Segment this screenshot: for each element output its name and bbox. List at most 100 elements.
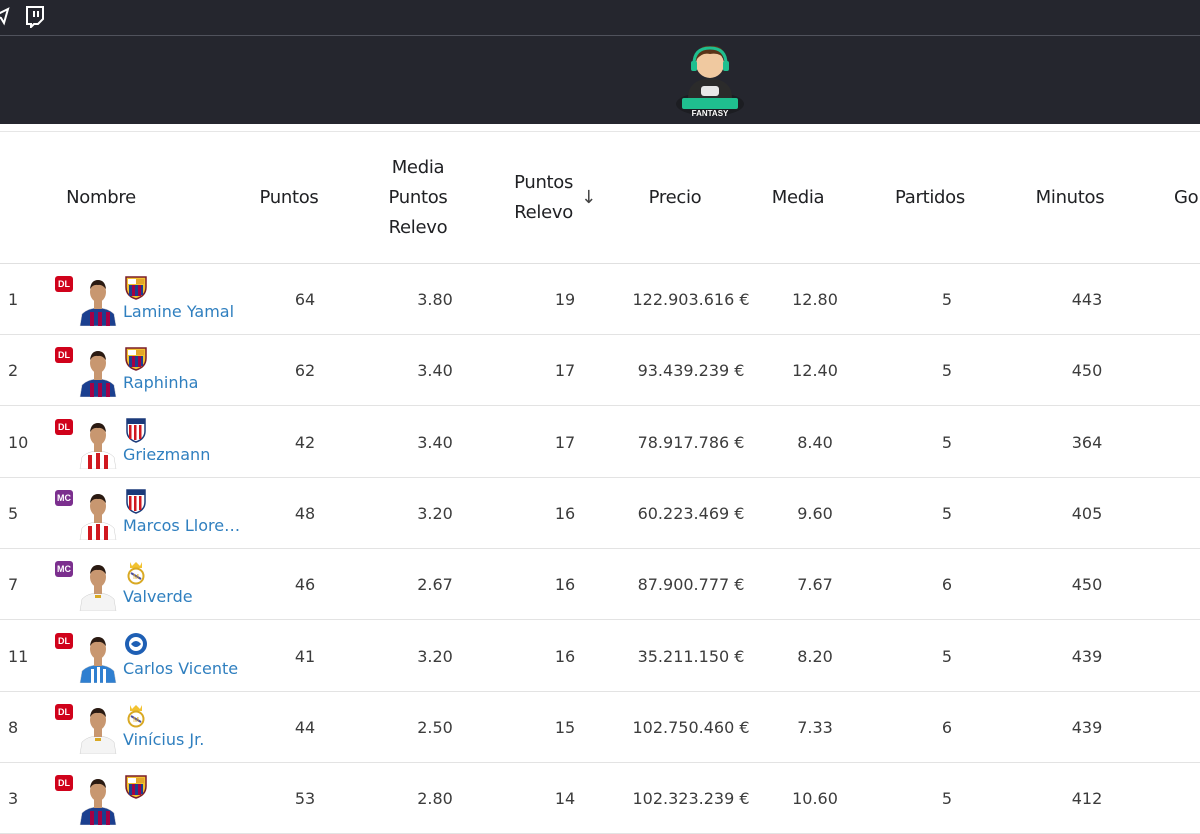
real-madrid-crest-icon: M xyxy=(124,559,148,585)
partidos-cell: 5 xyxy=(941,789,953,809)
media-cell: 12.80 xyxy=(792,290,838,309)
player-photo[interactable] xyxy=(78,557,118,612)
header-banner: FANTASY xyxy=(0,36,1200,124)
player-photo[interactable] xyxy=(78,700,118,755)
atletico-crest-icon xyxy=(124,488,148,514)
player-photo[interactable] xyxy=(78,343,118,398)
header-label: Gol xyxy=(1174,187,1200,208)
barcelona-crest-icon xyxy=(124,274,148,300)
header-media[interactable]: Media xyxy=(748,132,848,264)
table-row[interactable]: 5 MC Marcos Llorente 48 3.20 16 60.223.469 € 9.… xyxy=(0,478,1200,549)
minutos-cell: 439 xyxy=(1071,717,1103,737)
table-row[interactable]: 8 DL M Vinícius Jr. 44 2.50 15 102.750.460 € 7.3… xyxy=(0,692,1200,763)
table-row[interactable]: 2 DL Raphinha 62 3.40 17 93.439.239 € 12.40 5 450 xyxy=(0,335,1200,407)
svg-text:FANTASY: FANTASY xyxy=(692,109,729,118)
position-badge: DL xyxy=(55,276,73,292)
precio-cell: 78.917.786 € xyxy=(637,432,745,452)
media-cell: 12.40 xyxy=(792,361,838,381)
media-relevo-cell: 3.20 xyxy=(417,503,453,523)
rank-cell: 10 xyxy=(8,432,29,452)
puntos-cell: 53 xyxy=(294,789,316,809)
player-photo[interactable] xyxy=(78,272,118,327)
divider xyxy=(0,124,1200,132)
header-minutos[interactable]: Minutos xyxy=(1020,132,1120,264)
rank-cell: 7 xyxy=(8,575,19,595)
rank-cell: 3 xyxy=(8,789,19,809)
precio-cell: 87.900.777 € xyxy=(637,575,745,595)
minutos-cell: 450 xyxy=(1071,575,1103,595)
table-row[interactable]: 7 MC M Valverde 46 2.67 16 87.900.777 € 7.67 6 450 xyxy=(0,549,1200,621)
table-row[interactable]: 10 DL Griezmann 42 3.40 17 78.917.786 € 8.40 5 36… xyxy=(0,407,1200,478)
position-badge: DL xyxy=(55,347,73,364)
sort-down-arrow-icon[interactable]: ↓ xyxy=(581,183,596,213)
puntos-relevo-cell: 17 xyxy=(554,432,576,452)
precio-cell: 102.323.239 € xyxy=(632,789,750,809)
header-label: Partidos xyxy=(895,187,965,208)
header-label: Precio xyxy=(648,187,702,208)
player-name-link[interactable]: Marcos Llorente xyxy=(123,516,241,535)
media-cell: 7.67 xyxy=(797,575,833,595)
header-puntos-relevo[interactable]: Puntos Relevo ↓ xyxy=(500,132,610,264)
header-label: Puntos xyxy=(259,187,319,208)
player-name-link[interactable]: Carlos Vicente xyxy=(123,659,238,678)
position-badge: DL xyxy=(55,775,73,792)
puntos-relevo-cell: 19 xyxy=(554,290,576,309)
table-row[interactable]: 11 DL Carlos Vicente 41 3.20 16 35.211.150 € 8.… xyxy=(0,621,1200,692)
player-photo[interactable] xyxy=(78,629,118,683)
rank-cell: 5 xyxy=(8,503,19,523)
table-row[interactable]: 3 DL 53 2.80 14 102.323.239 € 10.60 5 412 xyxy=(0,763,1200,834)
header-partidos[interactable]: Partidos xyxy=(880,132,980,264)
header-label: Media xyxy=(771,187,825,208)
player-name-link[interactable]: Raphinha xyxy=(123,373,198,392)
media-cell: 8.40 xyxy=(797,432,833,452)
player-name-link[interactable]: Valverde xyxy=(123,587,193,606)
top-bar xyxy=(0,0,1200,36)
player-photo[interactable] xyxy=(78,771,118,826)
minutos-cell: 412 xyxy=(1071,789,1103,809)
header-goles[interactable]: Gol xyxy=(1174,132,1200,264)
media-cell: 10.60 xyxy=(792,789,838,809)
real-madrid-crest-icon: M xyxy=(124,702,148,728)
puntos-cell: 42 xyxy=(294,432,316,452)
media-relevo-cell: 3.40 xyxy=(417,432,453,452)
player-name-link[interactable]: Lamine Yamal xyxy=(123,302,234,321)
media-cell: 8.20 xyxy=(797,646,833,666)
player-name-link[interactable]: Vinícius Jr. xyxy=(123,730,204,749)
alaves-crest-icon xyxy=(124,631,148,657)
player-photo[interactable] xyxy=(78,486,118,541)
gamer-logo-icon[interactable]: FANTASY xyxy=(674,40,746,120)
table-row[interactable]: 1 DL Lamine Yamal 64 3.80 19 122.903.616 € 12.8… xyxy=(0,264,1200,335)
player-name-link[interactable]: Griezmann xyxy=(123,445,210,464)
puntos-relevo-cell: 15 xyxy=(554,717,576,737)
header-nombre[interactable]: Nombre xyxy=(50,132,152,264)
partidos-cell: 6 xyxy=(941,575,953,595)
minutos-cell: 405 xyxy=(1071,503,1103,523)
player-photo[interactable] xyxy=(78,415,118,469)
header-precio[interactable]: Precio xyxy=(625,132,725,264)
puntos-relevo-cell: 16 xyxy=(554,575,576,595)
header-puntos[interactable]: Puntos xyxy=(244,132,334,264)
precio-cell: 93.439.239 € xyxy=(637,361,745,381)
precio-cell: 60.223.469 € xyxy=(637,503,745,523)
media-relevo-cell: 2.50 xyxy=(417,717,453,737)
precio-cell: 35.211.150 € xyxy=(637,646,745,666)
twitch-icon[interactable] xyxy=(25,6,45,33)
partidos-cell: 5 xyxy=(941,432,953,452)
barcelona-crest-icon xyxy=(124,345,148,372)
minutos-cell: 443 xyxy=(1071,290,1103,309)
media-cell: 7.33 xyxy=(797,717,833,737)
partidos-cell: 6 xyxy=(941,717,953,737)
telegram-icon[interactable] xyxy=(0,6,10,31)
header-label: Nombre xyxy=(66,187,136,208)
table-header: Nombre Puntos Media Puntos Relevo Puntos… xyxy=(0,132,1200,264)
header-media-puntos-relevo[interactable]: Media Puntos Relevo xyxy=(368,132,468,264)
media-relevo-cell: 3.80 xyxy=(417,290,453,309)
partidos-cell: 5 xyxy=(941,361,953,381)
puntos-relevo-cell: 14 xyxy=(554,789,576,809)
media-relevo-cell: 2.67 xyxy=(417,575,453,595)
puntos-relevo-cell: 16 xyxy=(554,646,576,666)
puntos-relevo-cell: 17 xyxy=(554,361,576,381)
position-badge: MC xyxy=(55,489,73,506)
minutos-cell: 364 xyxy=(1071,432,1103,452)
barcelona-crest-icon xyxy=(124,773,148,799)
